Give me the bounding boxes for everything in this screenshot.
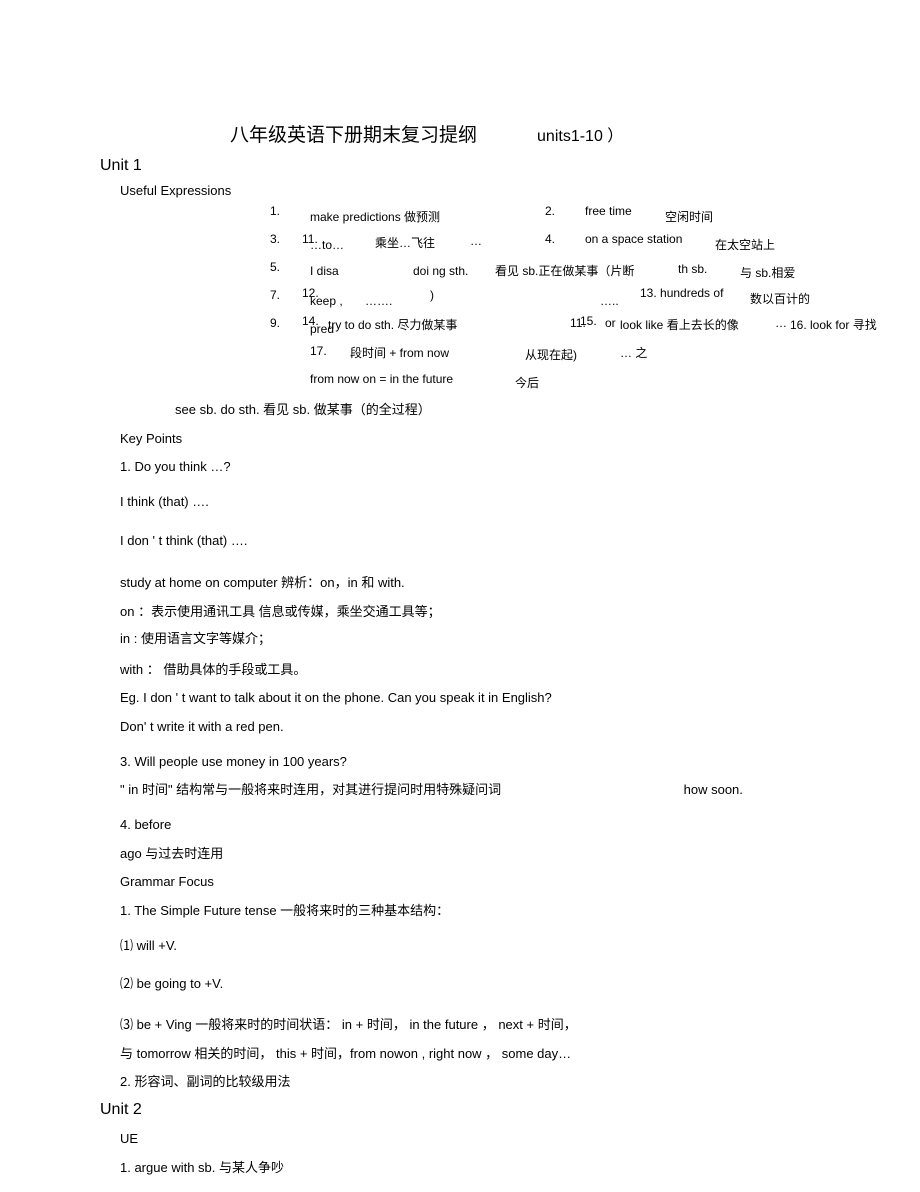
kp-item: " in 时间" 结构常与一般将来时连用，对其进行提问时用特殊疑问词 how s… xyxy=(120,778,820,803)
kp-item: I think (that) …. xyxy=(120,490,820,515)
expr-num: 4. xyxy=(545,232,555,246)
kp-item: Don' t write it with a red pen. xyxy=(120,715,820,740)
kp-item: 4. before xyxy=(120,813,820,838)
expr-text: from now on = in the future xyxy=(310,372,453,386)
kp-item: in : 使用语言文字等媒介； xyxy=(120,627,820,652)
unit2-item: 1. argue with sb. 与某人争吵 xyxy=(120,1156,820,1181)
expr-text: 16. look for 寻找 xyxy=(790,316,877,333)
expr-text: free time xyxy=(585,204,632,218)
expr-text: 17. xyxy=(310,344,327,358)
kp-item: 3. Will people use money in 100 years? xyxy=(120,750,820,775)
expr-text: ……. xyxy=(365,294,392,308)
expr-num: 7. xyxy=(270,288,280,302)
gf-item: ⑴ will +V. xyxy=(120,934,820,959)
gf-item: ⑶ be + Ving 一般将来时的时间状语： in + 时间， in the … xyxy=(120,1013,820,1038)
expr-text: on a space station xyxy=(585,232,682,246)
expr-text: 13. hundreds of xyxy=(640,286,723,300)
gf-item: ⑵ be going to +V. xyxy=(120,972,820,997)
gf-item: 2. 形容词、副词的比较级用法 xyxy=(120,1070,820,1095)
kp-item: with ： 借助具体的手段或工具。 xyxy=(120,658,820,683)
kp-item: on ：表示使用通讯工具 信息或传媒，乘坐交通工具等； xyxy=(120,600,820,625)
page-title-units: units1-10 ） xyxy=(537,122,623,146)
expr-num: 1. xyxy=(270,204,280,218)
expr-text: ….. xyxy=(600,294,619,308)
expr-text: 乘坐…飞往 xyxy=(375,234,435,251)
expr-num: 9. xyxy=(270,316,280,330)
expr-text: make predictions 做预测 xyxy=(310,208,440,225)
unit2-heading: Unit 2 xyxy=(100,1101,820,1119)
kp-item: I don ' t think (that) …. xyxy=(120,529,820,554)
expr-text: th sb. xyxy=(678,262,707,276)
unit1-heading: Unit 1 xyxy=(100,157,820,175)
expr-text: keep , xyxy=(310,294,343,308)
kp-item: 1. Do you think …? xyxy=(120,455,820,480)
unit1-ue-label: Useful Expressions xyxy=(120,183,820,198)
expr-text: or xyxy=(605,316,616,330)
gf-item: 与 tomorrow 相关的时间， this + 时间，from nowon ,… xyxy=(120,1042,820,1067)
expr-text: ) xyxy=(430,288,434,302)
expr-text: 数以百计的 xyxy=(750,290,810,307)
expr-text: look like 看上去长的像 xyxy=(620,316,739,333)
expr-text: 今后 xyxy=(515,374,539,391)
unit2-ue-label: UE xyxy=(120,1127,820,1152)
expr-text: 与 sb.相爱 xyxy=(740,264,795,281)
key-points-label: Key Points xyxy=(120,427,820,452)
expr-num: 3. xyxy=(270,232,280,246)
expr-text: 段时间 + from now xyxy=(350,344,449,361)
grammar-focus-label: Grammar Focus xyxy=(120,870,820,895)
expr-num: 2. xyxy=(545,204,555,218)
expr-text: 15. xyxy=(580,314,597,328)
expr-text: … xyxy=(775,316,787,330)
unit1-expressions: 1. make predictions 做预测 2. free time 空闲时… xyxy=(270,204,820,394)
expr-text: 从现在起) xyxy=(525,346,577,363)
expr-text: try to do sth. 尽力做某事 xyxy=(328,316,457,333)
expr-num: 5. xyxy=(270,260,280,274)
expr-text: … 之 xyxy=(620,344,647,361)
page-title: 八年级英语下册期末复习提纲 xyxy=(230,120,477,147)
expr-text: 在太空站上 xyxy=(715,236,775,253)
expr-text: 空闲时间 xyxy=(665,208,713,225)
expr-text: … xyxy=(470,234,482,248)
kp-item: study at home on computer 辨析：on，in 和 wit… xyxy=(120,571,820,596)
expr-text: 看见 sb.正在做某事（片断 xyxy=(495,262,634,279)
gf-item: 1. The Simple Future tense 一般将来时的三种基本结构： xyxy=(120,899,820,924)
expr-text: doi ng sth. xyxy=(413,264,468,278)
kp-item: ago 与过去时连用 xyxy=(120,842,820,867)
kp-item: Eg. I don ' t want to talk about it on t… xyxy=(120,686,820,711)
expr-text: I disa xyxy=(310,264,339,278)
see-line: see sb. do sth. 看见 sb. 做某事（的全过程） xyxy=(175,398,820,423)
expr-text: …to… xyxy=(310,238,344,252)
